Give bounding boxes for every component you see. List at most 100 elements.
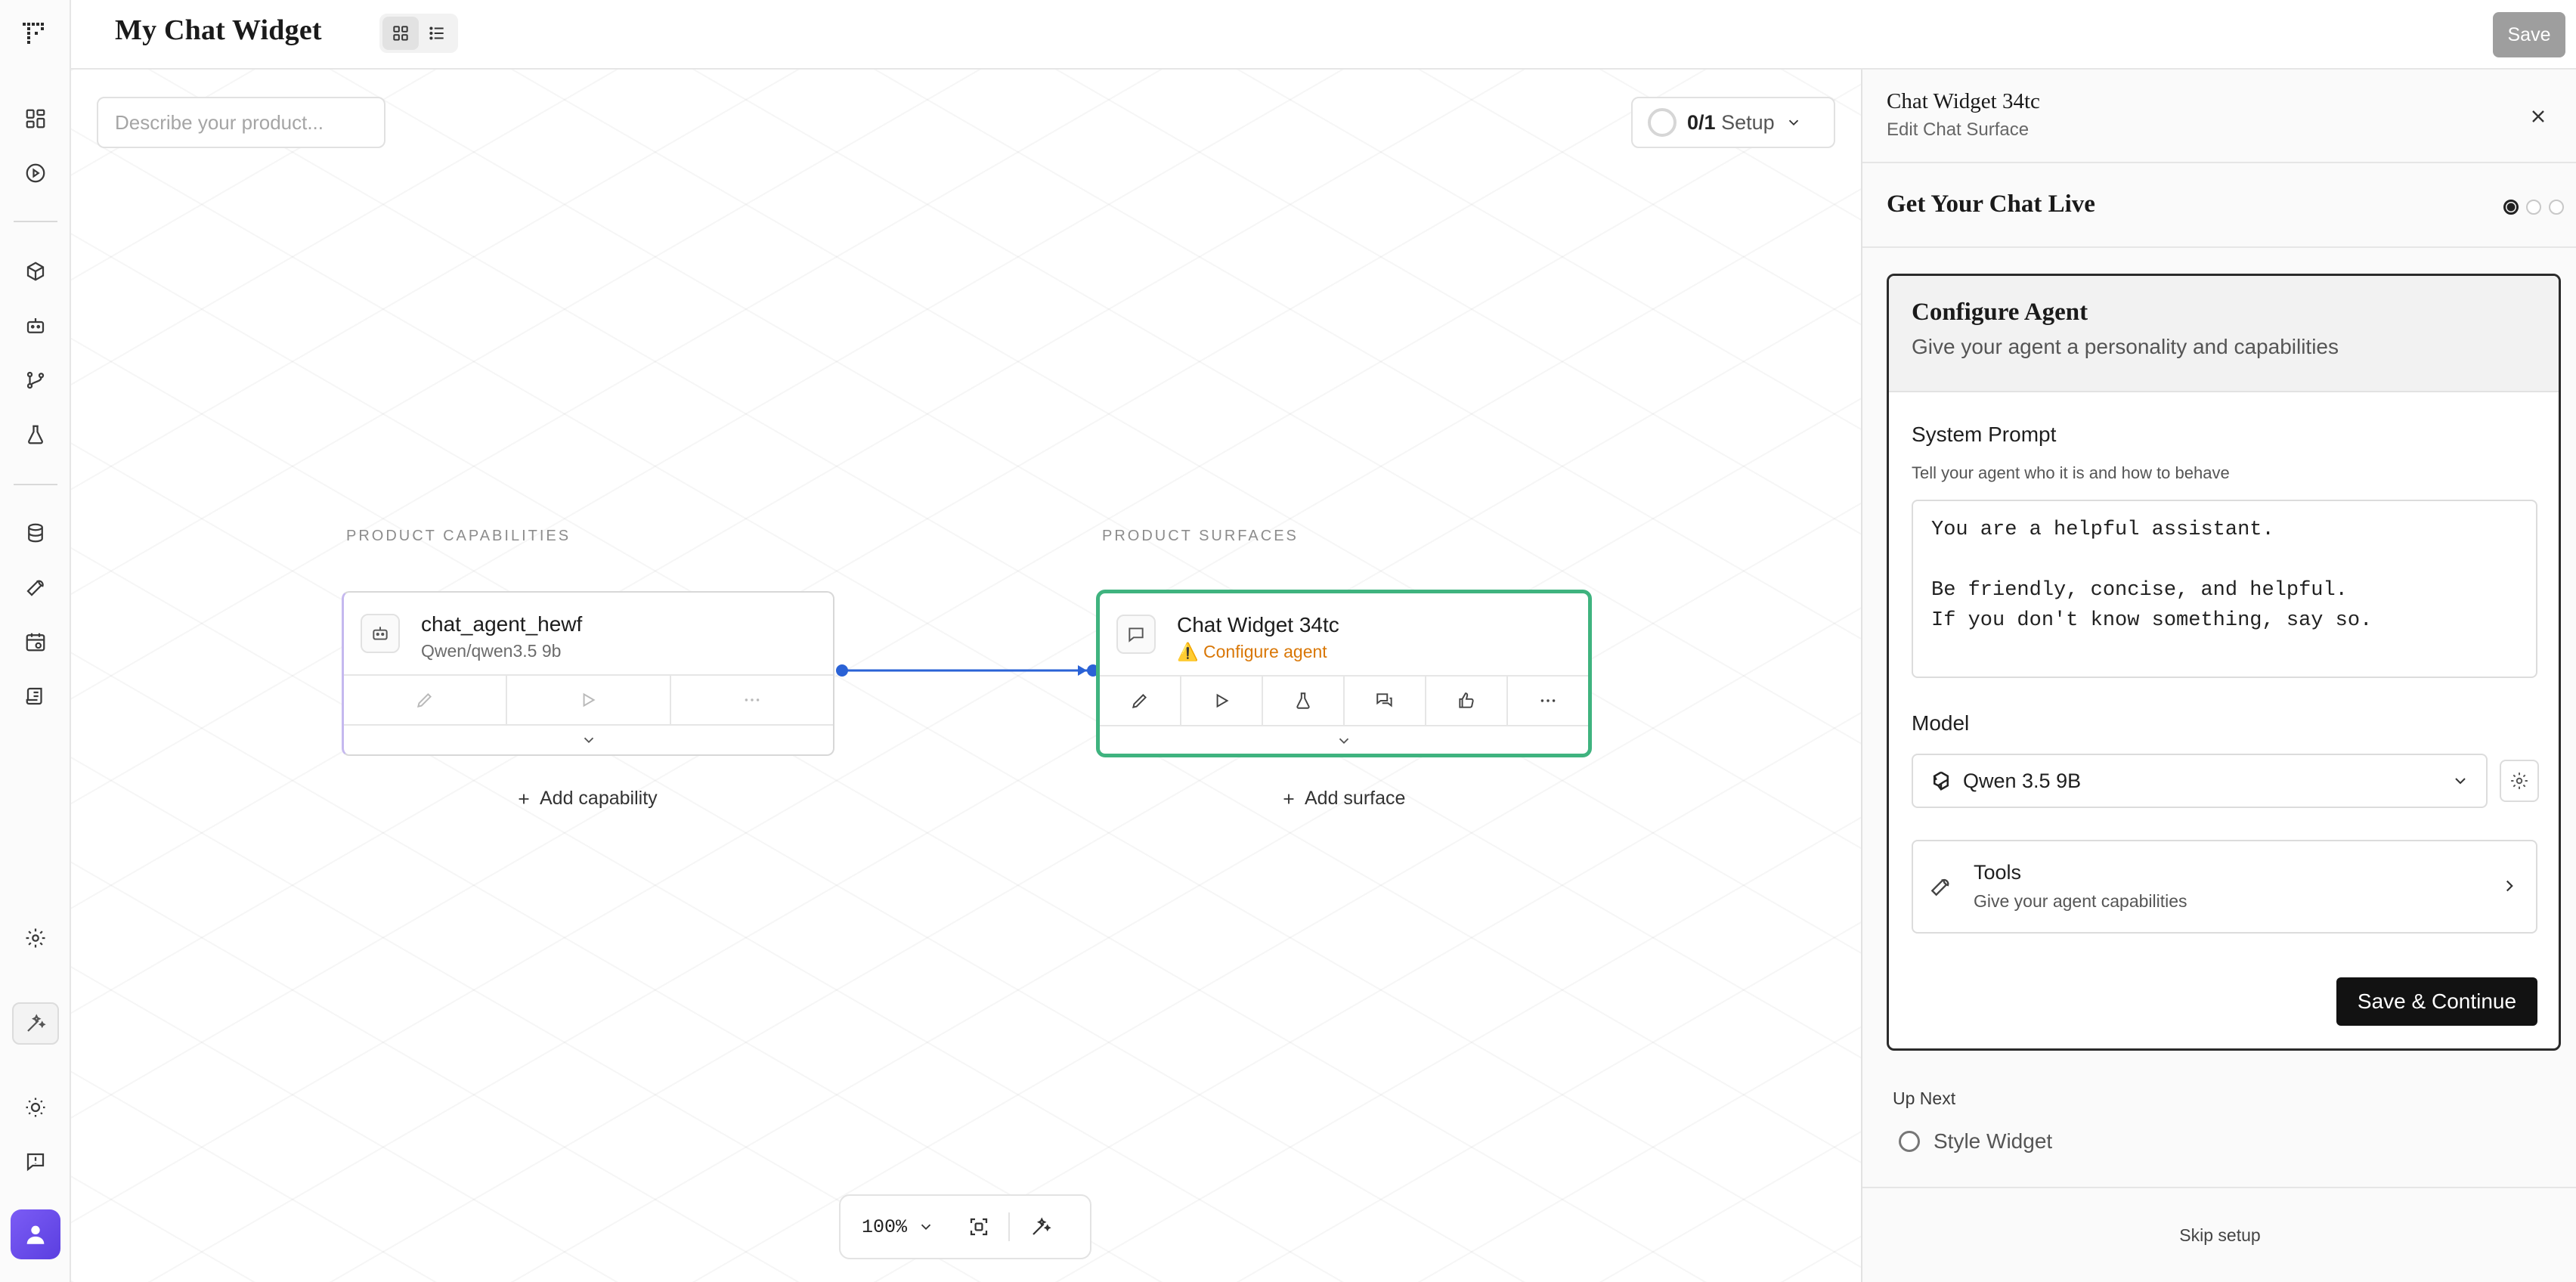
scroll-icon[interactable] — [18, 679, 53, 714]
setup-panel: Chat Widget 34tc Edit Chat Surface Get Y… — [1861, 70, 2576, 1282]
settings-icon[interactable] — [18, 921, 53, 955]
run-play-icon[interactable] — [1181, 677, 1263, 725]
branch-icon[interactable] — [18, 363, 53, 398]
calendar-icon[interactable] — [18, 624, 53, 659]
magic-icon[interactable] — [1029, 1215, 1052, 1238]
flask-icon[interactable] — [18, 417, 53, 452]
model-settings-gear-icon[interactable] — [2500, 760, 2539, 802]
card-subtitle: Give your agent a personality and capabi… — [1912, 335, 2339, 358]
add-surface-label: Add surface — [1305, 788, 1406, 809]
chevron-down-icon — [2451, 772, 2469, 790]
page-title: My Chat Widget — [115, 14, 322, 46]
play-icon[interactable] — [18, 156, 53, 190]
step-dot-active[interactable] — [2503, 200, 2519, 215]
fit-view-icon[interactable] — [968, 1215, 990, 1238]
bot-icon[interactable] — [18, 308, 53, 343]
describe-product-input[interactable] — [97, 97, 385, 148]
setup-label: Setup — [1721, 110, 1775, 134]
get-live-section: Get Your Chat Live — [1862, 163, 2576, 248]
system-prompt-textarea[interactable] — [1912, 500, 2537, 678]
chevron-down-icon — [1785, 114, 1802, 131]
qwen-logo-icon — [1930, 770, 1952, 792]
chat-bubble-icon — [1116, 615, 1156, 654]
flow-canvas[interactable]: 0/1 Setup PRODUCT CAPABILITIES PRODUCT S… — [71, 70, 1861, 1282]
system-prompt-hint: Tell your agent who it is and how to beh… — [1912, 463, 2230, 482]
edit-pencil-icon[interactable] — [344, 676, 508, 724]
panel-footer: Skip setup — [1862, 1187, 2576, 1282]
bot-icon — [361, 614, 400, 653]
surface-node[interactable]: Chat Widget 34tc ⚠️ Configure agent — [1096, 590, 1592, 757]
rail-divider — [14, 221, 57, 222]
chevron-right-icon — [2500, 876, 2519, 896]
zoom-level[interactable]: 100% — [862, 1216, 907, 1238]
add-surface-button[interactable]: Add surface — [1280, 788, 1405, 810]
plus-icon — [1283, 794, 1294, 804]
capability-node-model: Qwen/qwen3.5 9b — [421, 641, 562, 661]
progress-ring-icon — [1648, 108, 1677, 137]
radio-circle-icon — [1899, 1131, 1920, 1152]
up-next-item[interactable]: Style Widget — [1899, 1129, 2052, 1153]
view-toggle — [379, 14, 458, 53]
expand-chevron-icon[interactable] — [344, 726, 833, 754]
panel-title: Chat Widget 34tc — [1887, 89, 2040, 113]
capability-node-title: chat_agent_hewf — [421, 612, 583, 636]
app-logo-icon[interactable] — [20, 17, 53, 50]
list-view-icon[interactable] — [419, 17, 455, 50]
rail-divider — [14, 484, 57, 485]
model-select[interactable]: Qwen 3.5 9B — [1912, 754, 2488, 808]
panel-subtitle: Edit Chat Surface — [1887, 119, 2030, 140]
database-icon[interactable] — [18, 516, 53, 550]
top-header: My Chat Widget Save — [71, 0, 2576, 70]
add-capability-button[interactable]: Add capability — [516, 788, 658, 810]
sun-icon[interactable] — [18, 1090, 53, 1125]
surface-node-title: Chat Widget 34tc — [1177, 613, 1339, 636]
surfaces-section-label: PRODUCT SURFACES — [1102, 528, 1299, 544]
more-options-icon[interactable] — [1508, 677, 1588, 725]
skip-setup-button[interactable]: Skip setup — [2179, 1225, 2260, 1246]
cube-icon[interactable] — [18, 254, 53, 289]
run-play-icon[interactable] — [507, 676, 671, 724]
tools-subtitle: Give your agent capabilities — [1974, 891, 2187, 911]
step-dot[interactable] — [2549, 200, 2564, 215]
conversations-icon[interactable] — [1345, 677, 1426, 725]
card-title: Configure Agent — [1912, 299, 2088, 326]
thumbs-up-icon[interactable] — [1426, 677, 1508, 725]
chevron-down-icon[interactable] — [918, 1219, 934, 1235]
capability-node[interactable]: chat_agent_hewf Qwen/qwen3.5 9b — [342, 591, 834, 756]
get-live-title: Get Your Chat Live — [1887, 190, 2095, 218]
save-and-continue-button[interactable]: Save & Continue — [2336, 977, 2537, 1026]
feedback-icon[interactable] — [18, 1144, 53, 1179]
more-options-icon[interactable] — [671, 676, 833, 724]
save-button[interactable]: Save — [2493, 12, 2565, 57]
expand-chevron-icon[interactable] — [1100, 726, 1588, 755]
up-next-label: Up Next — [1893, 1088, 1956, 1108]
model-label: Model — [1912, 711, 1970, 735]
system-prompt-label: System Prompt — [1912, 423, 2057, 446]
wrench-icon[interactable] — [18, 570, 53, 605]
left-rail — [0, 0, 71, 1282]
zoom-toolbar: 100% — [839, 1194, 1091, 1259]
up-next-item-label: Style Widget — [1934, 1129, 2053, 1153]
wrench-icon — [1928, 875, 1952, 899]
close-icon[interactable] — [2523, 101, 2553, 132]
edit-pencil-icon[interactable] — [1100, 677, 1181, 725]
step-dot[interactable] — [2526, 200, 2541, 215]
magic-icon[interactable] — [12, 1002, 59, 1045]
configure-agent-card: Configure Agent Give your agent a person… — [1887, 274, 2561, 1051]
model-value: Qwen 3.5 9B — [1963, 769, 2082, 792]
setup-progress-dropdown[interactable]: 0/1 Setup — [1631, 97, 1835, 148]
add-capability-label: Add capability — [540, 788, 658, 809]
plus-icon — [519, 794, 529, 804]
setup-fraction: 0/1 — [1687, 110, 1716, 134]
step-indicator — [2503, 200, 2564, 215]
node-connector — [836, 664, 1099, 677]
panel-header: Chat Widget 34tc Edit Chat Surface — [1862, 70, 2576, 163]
grid-view-icon[interactable] — [382, 17, 419, 50]
configure-agent-warning[interactable]: ⚠️ Configure agent — [1177, 642, 1327, 662]
dashboard-icon[interactable] — [18, 101, 53, 136]
flask-icon[interactable] — [1263, 677, 1345, 725]
capabilities-section-label: PRODUCT CAPABILITIES — [346, 528, 571, 544]
tools-row[interactable]: Tools Give your agent capabilities — [1912, 840, 2537, 934]
tools-title: Tools — [1974, 861, 2022, 884]
user-avatar[interactable] — [11, 1209, 60, 1259]
